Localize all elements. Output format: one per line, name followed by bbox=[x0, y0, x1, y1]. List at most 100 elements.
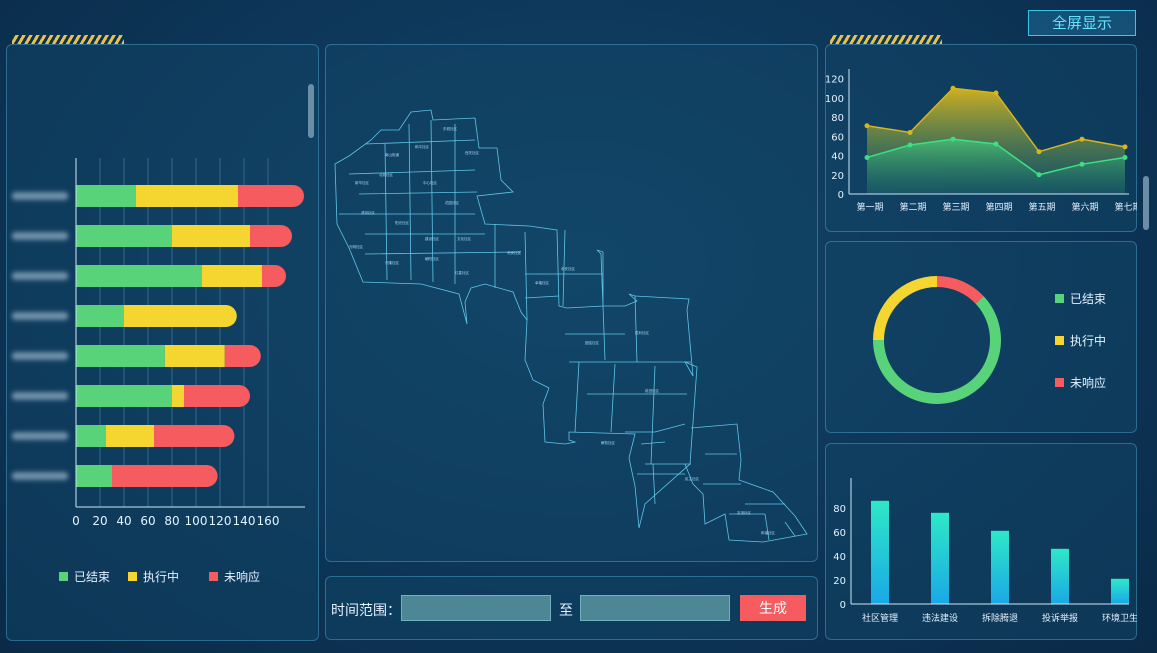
left-chart-bar-cap bbox=[270, 225, 292, 247]
legend-label-done: 已结束 bbox=[74, 570, 111, 584]
map-district-label: 红星社区 bbox=[455, 270, 469, 275]
district-map[interactable]: 南山街道 和平社区 东城社区西关社区新华社区 北苑社区中心社区花园社区滨河社区阳光社区… bbox=[325, 44, 818, 562]
line-chart-x-tick: 第七期 bbox=[1114, 201, 1137, 213]
left-chart-bar-segment bbox=[172, 385, 184, 407]
map-district-label: 西关社区 bbox=[465, 150, 479, 155]
area-line-chart: 0 20 40 60 80 100 120 第一期 第二期 第三期 第四期 第五期 第六期 第七期 bbox=[825, 69, 1137, 213]
left-chart-x-tick: 140 bbox=[233, 514, 256, 528]
donut-legend: 已结束 执行中 未响应 bbox=[1055, 290, 1106, 390]
time-range-separator: 至 bbox=[559, 602, 573, 618]
map-district-label: 建设社区 bbox=[425, 236, 439, 241]
donut-legend-label-noresponse: 未响应 bbox=[1070, 375, 1107, 390]
line-chart-y-tick: 60 bbox=[831, 132, 844, 143]
line-chart-point bbox=[864, 154, 870, 160]
bar-chart-bar bbox=[991, 530, 1009, 604]
map-district-label: 幸福社区 bbox=[535, 280, 549, 285]
left-chart-bar-segment bbox=[76, 225, 172, 247]
left-chart-category-label-blurred bbox=[12, 432, 68, 440]
map-district-label: 朝阳社区 bbox=[425, 256, 439, 261]
line-chart-y-tick: 20 bbox=[831, 171, 844, 182]
map-internal-lines bbox=[339, 119, 691, 505]
line-chart-point bbox=[1122, 154, 1128, 160]
left-legend: 已结束 执行中 未响应 bbox=[59, 568, 260, 585]
line-chart-x-tick: 第五期 bbox=[1028, 201, 1055, 213]
bar-chart-x-tick: 违法建设 bbox=[922, 612, 958, 624]
bar-chart-bar bbox=[871, 500, 889, 604]
donut-slice bbox=[873, 296, 1001, 404]
left-chart-bar-cap bbox=[195, 465, 218, 487]
map-district-label: 新华社区 bbox=[355, 180, 369, 185]
left-chart-category-label-blurred bbox=[12, 472, 68, 480]
legend-label-noresponse: 未响应 bbox=[224, 570, 261, 584]
donut-legend-swatch-done bbox=[1055, 293, 1064, 303]
left-chart-category-label-blurred bbox=[12, 192, 68, 200]
left-stacked-bar-chart: 0 20 40 60 80 100 120 140 160 bbox=[12, 158, 305, 528]
map-district-label: 解放社区 bbox=[601, 440, 615, 445]
left-chart-bar-cap bbox=[264, 265, 286, 287]
fullscreen-button[interactable]: 全屏显示 bbox=[1028, 10, 1136, 36]
donut-legend-label-inprogress: 执行中 bbox=[1070, 333, 1107, 348]
line-chart-point bbox=[1036, 149, 1042, 155]
left-chart-bar-segment bbox=[76, 385, 172, 407]
map-district-label: 阳光社区 bbox=[395, 220, 409, 225]
left-chart-bar-cap bbox=[228, 385, 250, 407]
map-district-label: 南山街道 bbox=[385, 152, 399, 157]
left-chart-bar-cap bbox=[282, 185, 304, 207]
map-district-label: 兴隆社区 bbox=[385, 260, 399, 265]
line-chart-y-tick: 100 bbox=[825, 94, 844, 105]
map-outline-southeast bbox=[684, 423, 808, 543]
donut-slice bbox=[873, 276, 937, 340]
time-range-label: 时间范围： bbox=[331, 602, 401, 618]
right-scrollbar[interactable] bbox=[1143, 176, 1149, 230]
map-district-label: 光明社区 bbox=[349, 244, 363, 249]
left-chart-bar-cap bbox=[214, 305, 237, 327]
line-chart-y-tick: 40 bbox=[831, 152, 844, 163]
left-chart-category-label-blurred bbox=[12, 232, 68, 240]
line-chart-y-tick: 120 bbox=[825, 75, 844, 86]
left-chart-category-label-blurred bbox=[12, 392, 68, 400]
map-district-label: 文化社区 bbox=[457, 236, 471, 241]
line-chart-x-tick: 第三期 bbox=[942, 201, 969, 213]
line-chart-x-tick: 第六期 bbox=[1071, 201, 1098, 213]
map-district-label: 永安社区 bbox=[561, 266, 575, 271]
legend-label-inprogress: 执行中 bbox=[143, 570, 180, 584]
left-chart-bar-segment bbox=[112, 465, 207, 487]
end-date-input[interactable] bbox=[580, 595, 730, 621]
map-district-label: 和谐社区 bbox=[761, 530, 775, 535]
left-chart-bar-cap bbox=[212, 425, 235, 447]
line-chart-point bbox=[1079, 161, 1085, 167]
line-chart-point bbox=[993, 90, 999, 96]
left-chart-bar-segment bbox=[76, 425, 106, 447]
left-chart-x-tick: 20 bbox=[92, 514, 107, 528]
left-chart-bar-segment bbox=[164, 345, 225, 367]
map-district-label: 花园社区 bbox=[445, 200, 459, 205]
legend-swatch-inprogress bbox=[128, 572, 138, 581]
line-chart-x-tick: 第一期 bbox=[856, 201, 883, 213]
left-chart-bar-segment bbox=[76, 305, 124, 327]
map-district-label: 和平社区 bbox=[415, 144, 429, 149]
map-district-label: 长安社区 bbox=[507, 250, 521, 255]
line-chart-point bbox=[950, 85, 956, 91]
start-date-input[interactable] bbox=[401, 595, 551, 621]
left-chart-bar-cap bbox=[238, 345, 261, 367]
donut-legend-label-done: 已结束 bbox=[1070, 291, 1107, 306]
line-chart-point bbox=[907, 142, 913, 148]
line-chart-point bbox=[1122, 144, 1128, 150]
left-chart-x-tick: 60 bbox=[140, 514, 155, 528]
line-chart-point bbox=[993, 141, 999, 147]
decor-stripe-right bbox=[830, 35, 942, 44]
left-chart-bar-segment bbox=[172, 225, 250, 247]
map-district-label: 民主社区 bbox=[685, 476, 699, 481]
map-district-label: 胜利社区 bbox=[635, 330, 649, 335]
line-chart-y-tick: 80 bbox=[831, 113, 844, 124]
line-chart-point bbox=[950, 136, 956, 142]
generate-button[interactable]: 生成 bbox=[740, 595, 806, 621]
bar-chart-y-tick: 60 bbox=[833, 528, 846, 539]
bar-chart-y-tick: 0 bbox=[840, 600, 846, 611]
left-chart-bar-segment bbox=[76, 185, 136, 207]
map-district-label: 前进社区 bbox=[645, 388, 659, 393]
legend-swatch-noresponse bbox=[209, 572, 219, 581]
bar-chart-y-tick: 40 bbox=[833, 552, 846, 563]
legend-swatch-done bbox=[59, 572, 68, 581]
left-chart-x-tick: 80 bbox=[164, 514, 179, 528]
